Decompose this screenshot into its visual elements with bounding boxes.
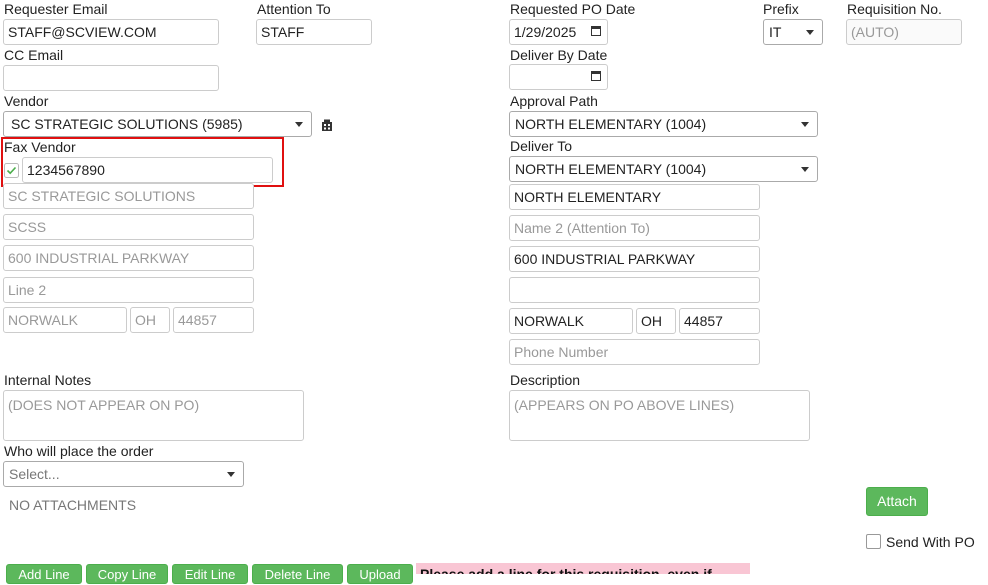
deliver-to-select[interactable]: NORTH ELEMENTARY (1004)	[509, 156, 818, 182]
vendor-address-line1: 600 INDUSTRIAL PARKWAY	[3, 245, 254, 271]
line-warning-text: Please add a line for this requisition, …	[420, 566, 724, 574]
copy-line-button[interactable]: Copy Line	[86, 564, 168, 584]
cc-email-input[interactable]	[3, 65, 219, 91]
prefix-label: Prefix	[763, 1, 799, 17]
deliver-by-date-input[interactable]	[509, 64, 608, 90]
cc-email-label: CC Email	[4, 47, 64, 63]
delete-line-button[interactable]: Delete Line	[252, 564, 343, 584]
vendor-city-field: NORWALK	[3, 307, 127, 333]
ship-phone-input[interactable]: Phone Number	[509, 339, 760, 365]
chevron-down-icon	[295, 122, 303, 127]
requested-po-date-value: 1/29/2025	[514, 24, 577, 40]
chevron-down-icon	[227, 472, 235, 477]
attachments-status: NO ATTACHMENTS	[9, 497, 137, 513]
fax-vendor-label: Fax Vendor	[4, 139, 76, 155]
approval-path-label: Approval Path	[510, 93, 598, 109]
upload-button[interactable]: Upload	[347, 564, 413, 584]
vendor-label: Vendor	[4, 93, 49, 109]
internal-notes-textarea[interactable]: (DOES NOT APPEAR ON PO)	[3, 390, 304, 441]
ship-address-line1[interactable]: 600 INDUSTRIAL PARKWAY	[509, 246, 760, 272]
approval-path-value: NORTH ELEMENTARY (1004)	[515, 116, 707, 132]
attention-to-label: Attention To	[257, 1, 331, 17]
ship-name2-input[interactable]: Name 2 (Attention To)	[509, 215, 760, 241]
chevron-down-icon	[801, 167, 809, 172]
ship-name-input[interactable]: NORTH ELEMENTARY	[509, 184, 760, 210]
ship-address-line2[interactable]	[509, 277, 760, 303]
chevron-down-icon	[801, 122, 809, 127]
vendor-name-field: SC STRATEGIC SOLUTIONS	[3, 183, 254, 209]
requester-email-label: Requester Email	[4, 1, 108, 17]
calendar-icon[interactable]	[591, 26, 601, 36]
calendar-icon[interactable]	[591, 71, 601, 81]
add-line-button[interactable]: Add Line	[6, 564, 82, 584]
vendor-name2-field: SCSS	[3, 214, 254, 240]
requisition-no-input: (AUTO)	[846, 19, 962, 45]
vendor-address-line2: Line 2	[3, 277, 254, 303]
approval-path-select[interactable]: NORTH ELEMENTARY (1004)	[509, 111, 818, 137]
vendor-state-field: OH	[130, 307, 170, 333]
who-will-place-label: Who will place the order	[4, 443, 154, 459]
attention-to-input[interactable]: STAFF	[256, 19, 372, 45]
chevron-down-icon	[806, 30, 814, 35]
fax-vendor-checkbox[interactable]	[4, 163, 19, 178]
description-label: Description	[510, 372, 581, 388]
internal-notes-label: Internal Notes	[4, 372, 92, 388]
vendor-zip-field: 44857	[173, 307, 254, 333]
ship-zip-input[interactable]: 44857	[679, 308, 760, 334]
requisition-no-label: Requisition No.	[847, 1, 942, 17]
description-textarea[interactable]: (APPEARS ON PO ABOVE LINES)	[509, 390, 810, 441]
deliver-to-value: NORTH ELEMENTARY (1004)	[515, 161, 707, 177]
ship-city-input[interactable]: NORWALK	[509, 308, 633, 334]
ship-state-input[interactable]: OH	[636, 308, 676, 334]
send-with-po-label: Send With PO	[886, 534, 975, 550]
building-icon[interactable]	[321, 118, 333, 131]
deliver-by-date-label: Deliver By Date	[510, 47, 608, 63]
requested-po-date-input[interactable]: 1/29/2025	[509, 19, 608, 45]
requester-email-input[interactable]: STAFF@SCVIEW.COM	[3, 19, 219, 45]
send-with-po-checkbox[interactable]	[866, 534, 881, 549]
who-will-place-value: Select...	[9, 466, 60, 482]
prefix-value: IT	[769, 24, 782, 40]
requested-po-date-label: Requested PO Date	[510, 1, 636, 17]
vendor-value: SC STRATEGIC SOLUTIONS (5985)	[11, 116, 243, 132]
deliver-to-label: Deliver To	[510, 138, 572, 154]
who-will-place-select[interactable]: Select...	[3, 461, 244, 487]
vendor-select[interactable]: SC STRATEGIC SOLUTIONS (5985)	[3, 111, 312, 137]
edit-line-button[interactable]: Edit Line	[172, 564, 248, 584]
line-warning-banner: Please add a line for this requisition, …	[416, 563, 750, 574]
prefix-select[interactable]: IT	[763, 19, 823, 45]
fax-number-input[interactable]: 1234567890	[22, 157, 273, 183]
attach-button[interactable]: Attach	[866, 487, 928, 516]
